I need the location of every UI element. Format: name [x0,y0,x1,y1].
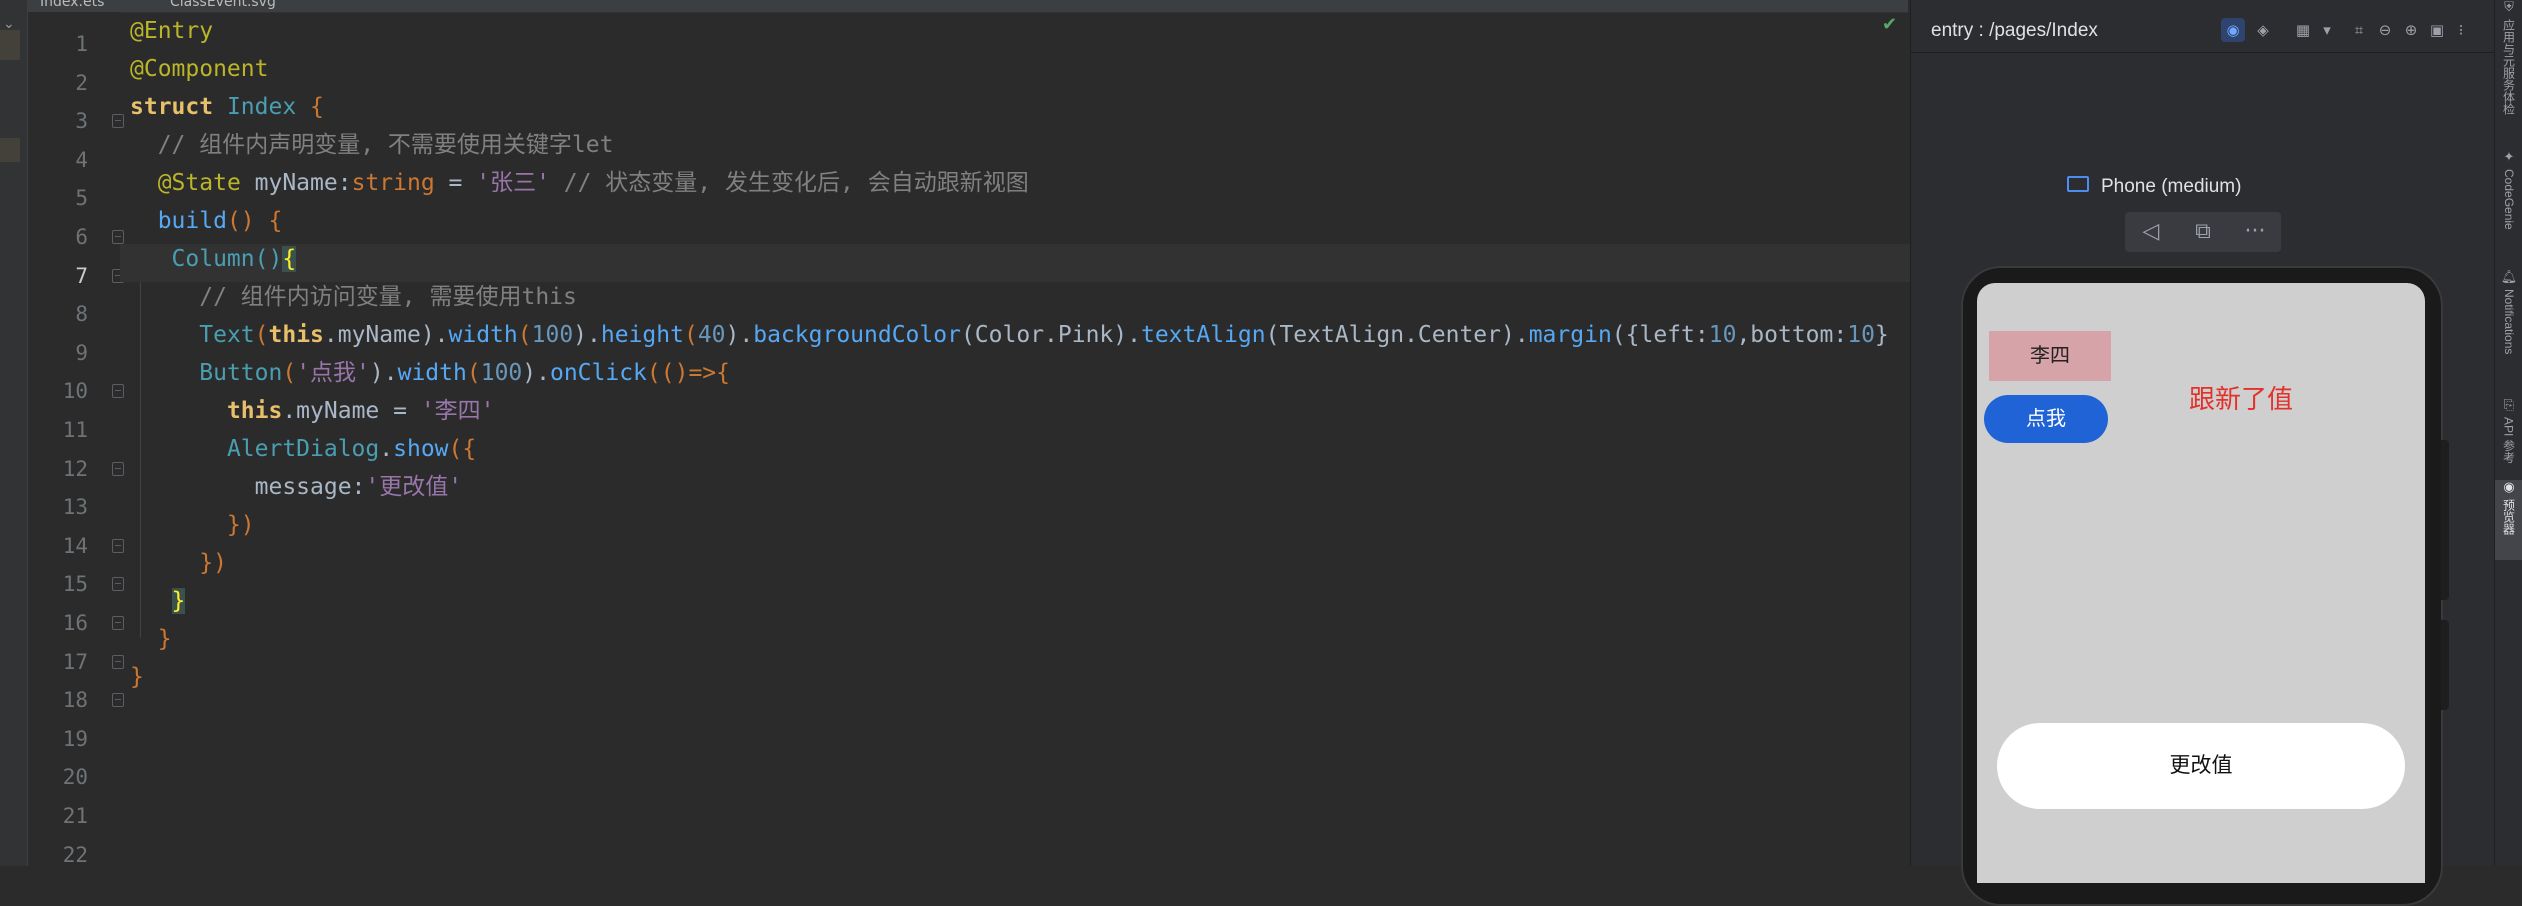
code-editor[interactable]: @Entry @Component struct Index { // 组件内声… [120,12,1910,866]
line-number[interactable]: 2 [28,64,88,102]
tab-classevent-svg[interactable]: ClassEvent.svg [170,0,276,12]
zoom-out-icon[interactable]: ⊖ [2373,18,2397,42]
code-line-8[interactable]: // 组件内访问变量, 需要使用this [130,278,577,316]
bell-icon: 🔔︎ [2500,270,2518,285]
health-icon: ⛨ [2504,0,2514,15]
inspector-toggle-icon[interactable]: ◉ [2221,18,2245,42]
name-text-component: 李四 [1989,331,2111,381]
line-number[interactable]: 8 [28,295,88,333]
rotate-device-icon[interactable]: ⧉ [2177,212,2229,252]
line-number[interactable]: 1 [28,25,88,63]
line-number[interactable]: 22 [28,836,88,874]
line-number[interactable]: 6 [28,218,88,256]
tool-health-check[interactable]: ⛨ 应用与元服务体检 [2495,0,2522,115]
click-me-button[interactable]: 点我 [1984,395,2108,443]
inspection-ok-check-icon[interactable]: ✔ [1882,14,1897,35]
eye-icon: ◉ [2503,480,2515,495]
preview-page-path[interactable]: entry : /pages/Index [1931,20,2098,42]
code-line-6[interactable]: build() { [130,202,283,240]
gutter-highlight [0,138,20,162]
previewer-toolbar: entry : /pages/Index ◉ ◈ ▦ ▾ ⌗ ⊖ ⊕ ▣ ⁝ [1911,0,2495,53]
tool-previewer[interactable]: ◉ 预览器 [2495,480,2522,560]
code-line-17[interactable]: } [130,620,172,658]
crop-icon[interactable]: ⌗ [2347,18,2371,42]
line-number[interactable]: 21 [28,797,88,835]
line-number[interactable]: 20 [28,758,88,796]
line-number[interactable]: 15 [28,565,88,603]
ratio-icon[interactable]: ⁝ [2449,18,2473,42]
line-number-gutter: 1 2 3 4 5 6 7 8 9 10 11 12 13 14 15 16 17 18 19 20 21 22 [28,12,141,867]
device-name: Phone (medium) [2101,176,2242,197]
code-line-3[interactable]: struct Index { [130,88,324,126]
code-line-9[interactable]: Text(this.myName).width(100).height(40).… [130,316,1889,354]
code-line-16[interactable]: } [130,582,186,620]
line-number[interactable]: 10 [28,372,88,410]
code-line-15[interactable]: }) [130,544,227,582]
tool-codegenie[interactable]: ✦ CodeGenie [2495,150,2522,230]
tool-notifications[interactable]: 🔔︎ Notifications [2495,270,2522,354]
code-line-12[interactable]: AlertDialog.show({ [130,430,476,468]
code-line-4[interactable]: // 组件内声明变量, 不需要使用关键字let [130,126,614,164]
line-number[interactable]: 5 [28,179,88,217]
current-line-highlight [120,244,1910,282]
phone-device-icon [2067,176,2089,192]
tool-api-reference[interactable]: ⎘ API 参考 [2495,398,2522,464]
codegenie-icon: ✦ [2503,150,2515,165]
code-line-18[interactable]: } [130,658,144,696]
line-number[interactable]: 7 [28,257,88,295]
annotation-text: 跟新了值 [2189,384,2294,414]
line-number[interactable]: 11 [28,411,88,449]
code-line-14[interactable]: }) [130,506,255,544]
device-selector[interactable]: Phone (medium) [2067,176,2242,198]
line-number[interactable]: 4 [28,141,88,179]
code-line-5[interactable]: @State myName:string = '张三' // 状态变量, 发生变… [130,164,1029,202]
phone-side-button [2441,620,2449,710]
fit-screen-icon[interactable]: ▣ [2425,18,2449,42]
code-line-2[interactable]: @Component [130,50,268,88]
line-number[interactable]: 13 [28,488,88,526]
dropdown-caret-icon[interactable]: ▾ [2315,18,2339,42]
code-line-1[interactable]: @Entry [130,12,213,50]
line-number[interactable]: 16 [28,604,88,642]
more-icon[interactable]: ··· [2229,212,2281,252]
line-number[interactable]: 18 [28,681,88,719]
right-tool-window-bar: ⛨ 应用与元服务体检 ✦ CodeGenie 🔔︎ Notifications … [2494,0,2522,866]
code-line-13[interactable]: message:'更改值' [130,468,463,506]
tab-index-ets[interactable]: Index.ets [40,0,104,12]
line-number[interactable]: 3 [28,102,88,140]
line-number[interactable]: 12 [28,450,88,488]
code-line-7[interactable]: Column(){ [130,240,297,278]
back-icon[interactable]: ◁ [2125,212,2177,252]
line-number[interactable]: 19 [28,720,88,758]
line-number[interactable]: 14 [28,527,88,565]
project-side-strip: ⌄ [0,0,28,866]
chevron-down-icon[interactable]: ⌄ [3,16,15,32]
gutter-highlight [0,30,20,60]
phone-screen[interactable]: 李四 点我 跟新了值 更改值 [1977,283,2425,883]
api-icon: ⎘ [2503,398,2515,413]
alert-dialog[interactable]: 更改值 [1997,723,2405,809]
zoom-in-icon[interactable]: ⊕ [2399,18,2423,42]
layers-icon[interactable]: ◈ [2251,18,2275,42]
device-nav-buttons: ◁ ⧉ ··· [2125,212,2281,252]
previewer-panel: entry : /pages/Index ◉ ◈ ▦ ▾ ⌗ ⊖ ⊕ ▣ ⁝ P… [1910,0,2495,906]
line-number[interactable]: 17 [28,643,88,681]
line-number[interactable]: 9 [28,334,88,372]
code-line-10[interactable]: Button('点我').width(100).onClick(()=>{ [130,354,730,392]
phone-side-button [2441,440,2449,600]
code-line-11[interactable]: this.myName = '李四' [130,392,495,430]
grid-icon[interactable]: ▦ [2291,18,2315,42]
